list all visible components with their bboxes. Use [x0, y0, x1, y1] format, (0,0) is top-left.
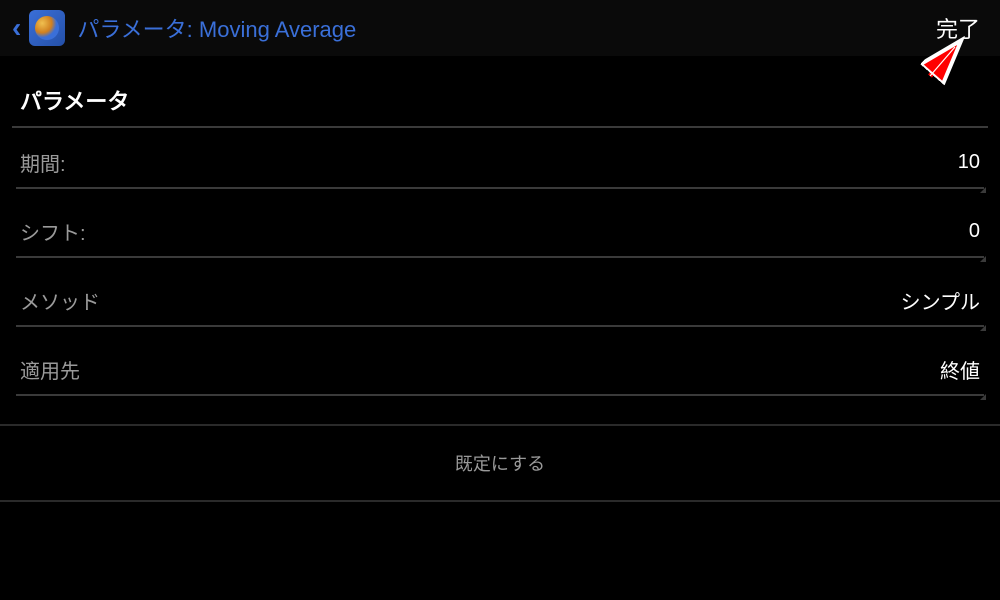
- param-value-shift: 0: [969, 220, 980, 243]
- header-bar: ‹ パラメータ: Moving Average 完了: [0, 0, 1000, 56]
- param-label-apply-to: 適用先: [20, 355, 80, 384]
- input-underline: [16, 256, 984, 258]
- divider: [0, 500, 1000, 502]
- param-value-period: 10: [958, 151, 980, 174]
- param-row-apply-to[interactable]: 適用先 終値: [0, 335, 1000, 404]
- param-row-method[interactable]: メソッド シンプル: [0, 266, 1000, 335]
- param-row-period[interactable]: 期間: 10: [0, 128, 1000, 197]
- param-value-method: シンプル: [901, 286, 980, 315]
- param-label-method: メソッド: [20, 286, 100, 315]
- param-label-period: 期間:: [20, 148, 66, 177]
- input-underline: [16, 394, 984, 396]
- done-button[interactable]: 完了: [928, 8, 988, 48]
- section-title: パラメータ: [0, 84, 1000, 126]
- app-icon-graphic: [35, 16, 59, 40]
- param-row-shift[interactable]: シフト: 0: [0, 197, 1000, 266]
- content-area: パラメータ 期間: 10 シフト: 0 メソッド シンプル 適用先 終値 既定に…: [0, 56, 1000, 502]
- app-icon[interactable]: [29, 10, 65, 46]
- param-label-shift: シフト:: [20, 217, 86, 246]
- input-underline: [16, 325, 984, 327]
- input-underline: [16, 187, 984, 189]
- back-icon[interactable]: ‹: [12, 12, 21, 44]
- reset-to-default-button[interactable]: 既定にする: [0, 426, 1000, 500]
- param-value-apply-to: 終値: [940, 355, 980, 384]
- page-title: パラメータ: Moving Average: [77, 12, 928, 44]
